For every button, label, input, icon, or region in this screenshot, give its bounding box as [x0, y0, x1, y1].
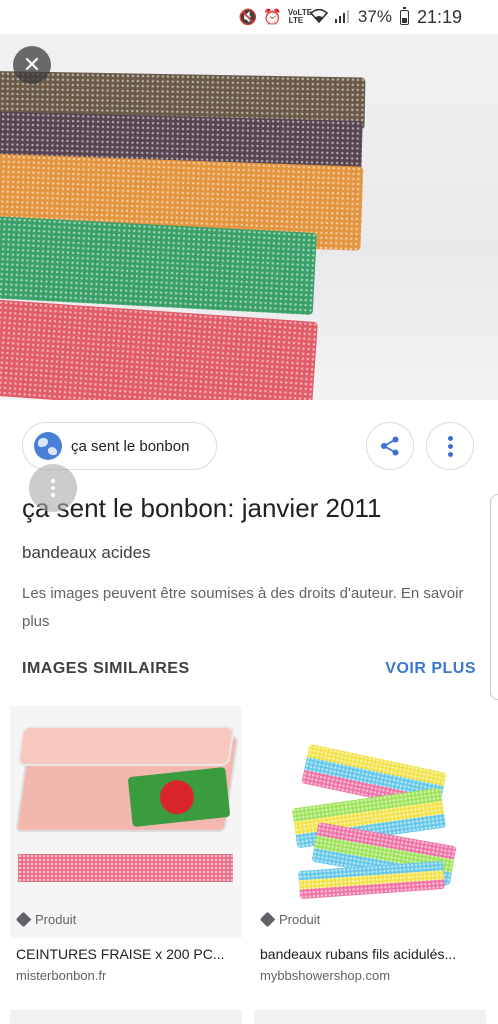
similar-image-title[interactable]: CEINTURES FRAISE x 200 PC...: [16, 946, 240, 962]
share-button[interactable]: [366, 422, 414, 470]
share-icon: [381, 436, 399, 456]
see-more-link[interactable]: VOIR PLUS: [385, 660, 476, 678]
candy-box-lid: [17, 726, 235, 766]
alarm-icon: ⏰: [263, 8, 282, 26]
mute-icon: 🔇: [238, 8, 258, 26]
more-vert-icon: [51, 479, 55, 497]
product-badge-label: Produit: [279, 912, 321, 927]
similar-image-domain: mybbshowershop.com: [260, 968, 391, 983]
rainbow-belt: [298, 860, 445, 900]
close-button[interactable]: ✕: [13, 46, 51, 84]
status-bar: 🔇 ⏰ VoLTE LTE 37% 21:19: [0, 0, 498, 34]
lte-label: LTE: [288, 16, 304, 25]
more-vert-icon: [447, 435, 453, 457]
product-badge: Produit: [15, 911, 77, 928]
strawberry-belt: [18, 854, 233, 882]
battery-percent: 37%: [357, 7, 392, 26]
similar-image-thumbnail[interactable]: Produit: [254, 706, 486, 938]
candy-strip-green: [0, 215, 317, 315]
floating-menu-button[interactable]: [29, 464, 77, 512]
similar-image-card-partial[interactable]: [10, 1010, 242, 1024]
candy-strip-red: [0, 298, 318, 400]
similar-image-card-partial[interactable]: [254, 1010, 486, 1024]
side-panel-handle[interactable]: [490, 494, 498, 700]
clock: 21:19: [416, 6, 462, 27]
copyright-notice: Les images peuvent être soumises à des d…: [22, 580, 472, 636]
fini-logo: [127, 767, 231, 827]
similar-image-title[interactable]: bandeaux rubans fils acidulés...: [260, 946, 484, 962]
tag-icon: [15, 911, 32, 928]
more-options-button[interactable]: [426, 422, 474, 470]
battery-icon: [399, 6, 409, 25]
product-badge: Produit: [259, 911, 321, 928]
similar-image-domain: misterbonbon.fr: [16, 968, 107, 983]
image-title[interactable]: ça sent le bonbon: janvier 2011: [22, 493, 381, 524]
copyright-text: Les images peuvent être soumises à des d…: [22, 585, 397, 602]
similar-image-card[interactable]: Produit bandeaux rubans fils acidulés...…: [254, 706, 486, 996]
wifi-icon: [309, 8, 329, 26]
signal-icon: [334, 9, 350, 26]
volte-indicator: VoLTE LTE: [288, 9, 312, 25]
source-label: ça sent le bonbon: [71, 437, 190, 455]
preview-image[interactable]: [0, 34, 498, 400]
similar-image-card[interactable]: Produit CEINTURES FRAISE x 200 PC... mis…: [10, 706, 242, 996]
similar-image-thumbnail[interactable]: Produit: [10, 706, 242, 938]
similar-images-header: IMAGES SIMILAIRES: [22, 660, 190, 677]
globe-icon: [34, 432, 62, 460]
source-chip[interactable]: ça sent le bonbon: [22, 422, 217, 470]
close-icon: ✕: [22, 52, 42, 77]
image-subtitle: bandeaux acides: [22, 543, 151, 562]
tag-icon: [259, 911, 276, 928]
product-badge-label: Produit: [35, 912, 77, 927]
